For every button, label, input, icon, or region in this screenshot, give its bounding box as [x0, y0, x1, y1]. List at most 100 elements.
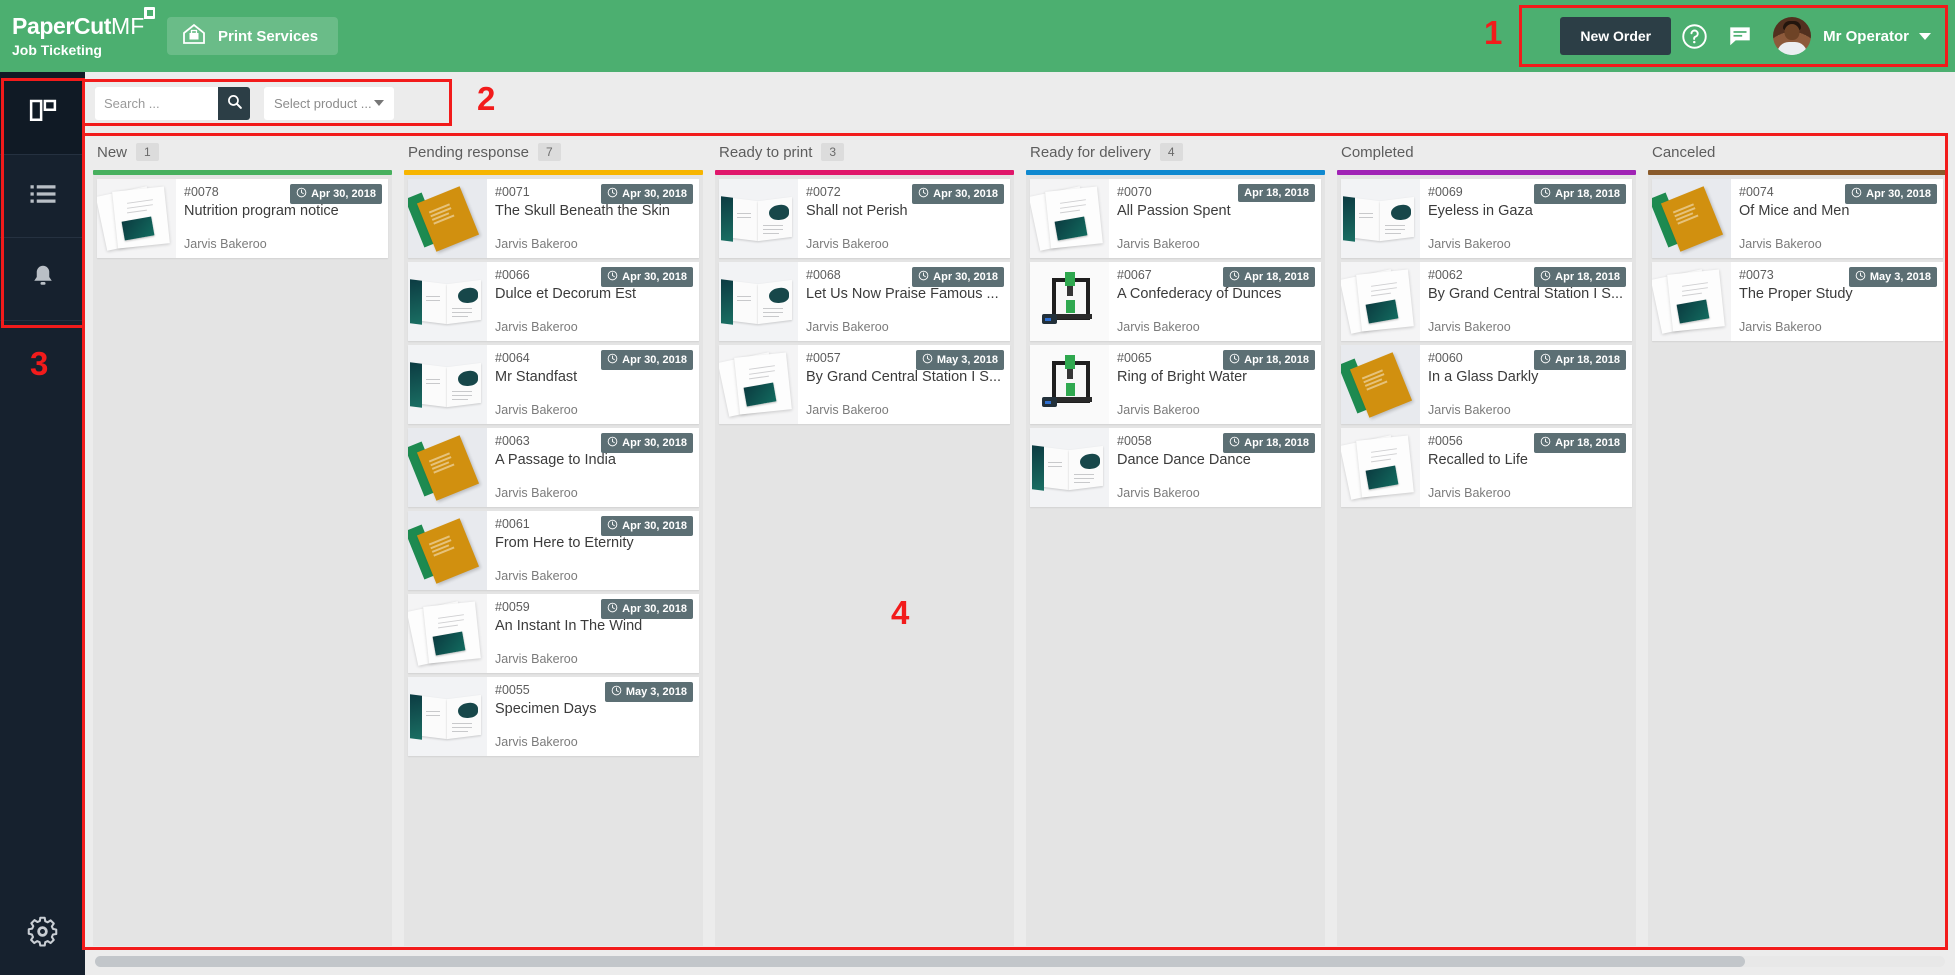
- search-button[interactable]: [218, 86, 250, 120]
- due-date-text: Apr 30, 2018: [933, 188, 998, 200]
- column-header: Canceled: [1648, 134, 1947, 170]
- order-title: Dance Dance Dance: [1117, 452, 1251, 468]
- column-card-list[interactable]: Apr 30, 2018 #0072 Shall not Perish Jarvis …: [715, 175, 1014, 946]
- order-owner: Jarvis Bakeroo: [1739, 237, 1822, 251]
- order-owner: Jarvis Bakeroo: [1117, 403, 1200, 417]
- clock-icon: [607, 436, 618, 450]
- order-card[interactable]: Apr 18, 2018 #0070 All Passion Spent Jarvis…: [1030, 179, 1321, 258]
- order-card[interactable]: Apr 30, 2018 #0061 From Here to Eternity Ja…: [408, 511, 699, 590]
- due-date-badge: May 3, 2018: [915, 350, 1004, 370]
- order-card[interactable]: Apr 30, 2018 #0066 Dulce et Decorum Est Jar…: [408, 262, 699, 341]
- order-card[interactable]: Apr 30, 2018 #0068 Let Us Now Praise Famou…: [719, 262, 1010, 341]
- order-card[interactable]: Apr 30, 2018 #0064 Mr Standfast Jarvis Bake…: [408, 345, 699, 424]
- app-header: PaperCutMF Job Ticketing Print Services …: [0, 0, 1955, 72]
- order-card[interactable]: Apr 18, 2018 #0065 Ring of Bright Water Jar…: [1030, 345, 1321, 424]
- order-title: Let Us Now Praise Famous ...: [806, 286, 999, 302]
- column-card-list[interactable]: Apr 30, 2018 #0074 Of Mice and Men Jarvis B…: [1648, 175, 1947, 946]
- order-card[interactable]: May 3, 2018 #0057 By Grand Central Station…: [719, 345, 1010, 424]
- clock-icon: [296, 187, 307, 201]
- due-date-text: Apr 18, 2018: [1244, 271, 1309, 283]
- due-date-text: Apr 18, 2018: [1244, 354, 1309, 366]
- thumbnail-book-art: [1652, 179, 1731, 258]
- column-card-list[interactable]: Apr 18, 2018 #0069 Eyeless in Gaza Jarvis B…: [1337, 175, 1636, 946]
- clock-icon: [1540, 270, 1551, 284]
- order-thumbnail: [719, 345, 798, 424]
- column-card-list[interactable]: Apr 18, 2018 #0070 All Passion Spent Jarvis…: [1026, 175, 1325, 946]
- horizontal-scrollbar[interactable]: [95, 956, 1945, 967]
- help-circle-icon[interactable]: [1671, 23, 1717, 50]
- order-owner: Jarvis Bakeroo: [495, 237, 578, 251]
- column-title: Canceled: [1652, 143, 1716, 161]
- clock-icon: [1855, 270, 1866, 284]
- order-thumbnail: [408, 511, 487, 590]
- due-date-text: May 3, 2018: [625, 686, 687, 698]
- clock-icon: [1851, 187, 1862, 201]
- order-card[interactable]: Apr 18, 2018 #0060 In a Glass Darkly Jarvis…: [1341, 345, 1632, 424]
- clock-icon: [607, 519, 618, 533]
- order-card[interactable]: Apr 18, 2018 #0069 Eyeless in Gaza Jarvis B…: [1341, 179, 1632, 258]
- chat-icon[interactable]: [1717, 23, 1763, 49]
- order-card[interactable]: May 3, 2018 #0073 The Proper Study Jarvis B…: [1652, 262, 1943, 341]
- board-column: Ready to print 3 Apr 30, 2018 #0072 Shall no…: [709, 134, 1020, 946]
- sidebar-item-notifications[interactable]: [0, 238, 85, 321]
- sidebar-item-dashboard[interactable]: [0, 72, 85, 155]
- order-card-body: Apr 30, 2018 #0059 An Instant In The Wind J…: [487, 594, 699, 673]
- order-card[interactable]: Apr 30, 2018 #0071 The Skull Beneath the S…: [408, 179, 699, 258]
- order-card-body: Apr 30, 2018 #0074 Of Mice and Men Jarvis B…: [1731, 179, 1943, 258]
- search-input[interactable]: [95, 86, 218, 120]
- clock-icon: [607, 353, 618, 367]
- print-services-button[interactable]: Print Services: [167, 17, 339, 55]
- order-card[interactable]: Apr 30, 2018 #0074 Of Mice and Men Jarvis B…: [1652, 179, 1943, 258]
- printed-object: [1066, 300, 1075, 313]
- order-card[interactable]: Apr 30, 2018 #0059 An Instant In The Wind J…: [408, 594, 699, 673]
- column-count-badge: 4: [1159, 143, 1183, 161]
- gear-icon: [26, 915, 59, 953]
- order-card[interactable]: Apr 18, 2018 #0058 Dance Dance Dance Jarvis…: [1030, 428, 1321, 507]
- order-thumbnail: [408, 594, 487, 673]
- thumbnail-book-art: [1341, 345, 1420, 424]
- user-name-label[interactable]: Mr Operator: [1823, 28, 1909, 45]
- order-card[interactable]: Apr 30, 2018 #0063 A Passage to India Jarvi…: [408, 428, 699, 507]
- column-card-list[interactable]: Apr 30, 2018 #0071 The Skull Beneath the S…: [404, 175, 703, 946]
- order-card[interactable]: Apr 18, 2018 #0056 Recalled to Life Jarvis …: [1341, 428, 1632, 507]
- due-date-badge: Apr 30, 2018: [1845, 184, 1937, 204]
- order-card[interactable]: Apr 18, 2018 #0062 By Grand Central Statio…: [1341, 262, 1632, 341]
- column-title: Ready to print: [719, 143, 813, 161]
- order-card[interactable]: Apr 18, 2018 #0067 A Confederacy of Dunces…: [1030, 262, 1321, 341]
- order-thumbnail: [1341, 262, 1420, 341]
- order-card[interactable]: Apr 30, 2018 #0078 Nutrition program notic…: [97, 179, 388, 258]
- printer-head: [1065, 272, 1075, 286]
- due-date-text: Apr 30, 2018: [1866, 188, 1931, 200]
- order-title: A Passage to India: [495, 452, 616, 468]
- bell-icon: [28, 262, 58, 297]
- thumbnail-document-art: [1341, 262, 1420, 341]
- clock-icon: [1229, 270, 1240, 284]
- due-date-text: Apr 30, 2018: [622, 520, 687, 532]
- avatar[interactable]: [1773, 17, 1812, 55]
- scrollbar-thumb[interactable]: [95, 956, 1745, 967]
- order-owner: Jarvis Bakeroo: [495, 652, 578, 666]
- sidebar-item-list[interactable]: [0, 155, 85, 238]
- due-date-badge: May 3, 2018: [1848, 267, 1937, 287]
- order-thumbnail: [408, 345, 487, 424]
- column-card-list[interactable]: Apr 30, 2018 #0078 Nutrition program notic…: [93, 175, 392, 946]
- column-count-badge: 7: [537, 143, 561, 161]
- due-date-text: Apr 18, 2018: [1555, 271, 1620, 283]
- order-card-body: May 3, 2018 #0057 By Grand Central Station…: [798, 345, 1010, 424]
- list-icon: [28, 179, 58, 214]
- magazine-image: [410, 694, 422, 740]
- column-header: Completed: [1337, 134, 1636, 170]
- order-title: Dulce et Decorum Est: [495, 286, 637, 302]
- order-card[interactable]: May 3, 2018 #0055 Specimen Days Jarvis Bake…: [408, 677, 699, 756]
- order-owner: Jarvis Bakeroo: [495, 735, 578, 749]
- chevron-down-icon[interactable]: [1919, 32, 1931, 40]
- order-thumbnail: [1030, 345, 1109, 424]
- new-order-button[interactable]: New Order: [1560, 17, 1672, 55]
- order-owner: Jarvis Bakeroo: [1739, 320, 1822, 334]
- board-column: Completed Apr 18, 2018 #0069 Eyeless in Gaz…: [1331, 134, 1642, 946]
- order-card[interactable]: Apr 30, 2018 #0072 Shall not Perish Jarvis …: [719, 179, 1010, 258]
- logo-mf: MF: [111, 13, 145, 39]
- product-select[interactable]: Select product ...: [264, 86, 394, 120]
- due-date-text: Apr 18, 2018: [1555, 437, 1620, 449]
- sidebar-item-settings[interactable]: [0, 892, 85, 975]
